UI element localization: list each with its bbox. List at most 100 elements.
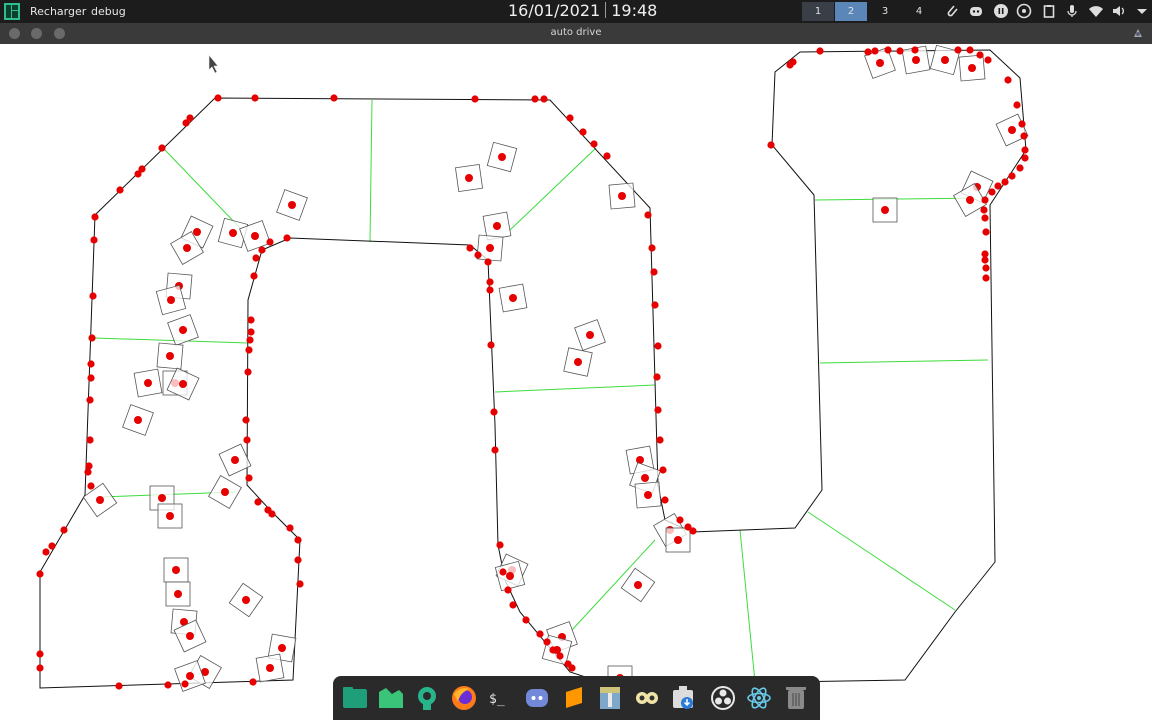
sensor-dot-94 bbox=[871, 47, 879, 55]
car-center-24 bbox=[278, 644, 286, 652]
sensor-dot-120 bbox=[982, 274, 990, 282]
car-center-47 bbox=[876, 59, 884, 67]
sensor-dot-108 bbox=[1016, 164, 1024, 172]
sensor-dot-92 bbox=[816, 47, 824, 55]
sensor-dot-63 bbox=[246, 336, 254, 344]
atom-icon[interactable] bbox=[745, 684, 773, 712]
car-center-51 bbox=[1008, 126, 1016, 134]
wifi-icon[interactable] bbox=[1088, 3, 1104, 19]
sublime-icon[interactable] bbox=[560, 684, 588, 712]
car-center-41 bbox=[634, 581, 642, 589]
terminal-icon[interactable]: $_ bbox=[486, 684, 514, 712]
sensor-dot-10 bbox=[603, 152, 611, 160]
sensor-dot-66 bbox=[250, 272, 258, 280]
sensor-dot-48 bbox=[164, 681, 172, 689]
sensor-dot-65 bbox=[247, 316, 255, 324]
car-center-9 bbox=[166, 352, 174, 360]
sensor-dot-69 bbox=[266, 238, 274, 246]
sensor-dot-106 bbox=[1021, 146, 1029, 154]
workspace-3[interactable]: 3 bbox=[869, 2, 901, 21]
cars-layer bbox=[82, 44, 1029, 692]
obs-icon[interactable] bbox=[709, 684, 737, 712]
discord-tray-icon[interactable] bbox=[968, 3, 984, 19]
trash-icon[interactable] bbox=[782, 684, 810, 712]
workspace-2[interactable]: 2 bbox=[835, 2, 867, 21]
sensor-dot-13 bbox=[650, 268, 658, 276]
workspace-4[interactable]: 4 bbox=[903, 2, 935, 21]
files-icon[interactable] bbox=[341, 684, 369, 712]
sensor-dot-118 bbox=[981, 256, 989, 264]
sensor-dot-60 bbox=[242, 416, 250, 424]
sensor-dot-44 bbox=[36, 570, 44, 578]
car-center-19 bbox=[172, 566, 180, 574]
sensor-dot-86 bbox=[549, 646, 557, 654]
sensor-dot-21 bbox=[676, 516, 684, 524]
sensor-dot-115 bbox=[981, 214, 989, 222]
sensor-dot-57 bbox=[254, 498, 262, 506]
firefox-icon[interactable] bbox=[450, 684, 478, 712]
menu-recharger[interactable]: Recharger bbox=[30, 5, 86, 18]
sensor-dot-30 bbox=[91, 213, 99, 221]
checkpoint-line-5 bbox=[509, 147, 597, 231]
car-center-4 bbox=[229, 229, 237, 237]
sensor-dot-103 bbox=[1013, 101, 1021, 109]
archive-icon[interactable] bbox=[596, 684, 624, 712]
sensor-dot-23 bbox=[689, 527, 697, 535]
sensor-dot-64 bbox=[247, 328, 255, 336]
workspace-1[interactable]: 1 bbox=[802, 2, 834, 21]
clipboard-icon[interactable] bbox=[1041, 3, 1057, 19]
checkpoint-line-6 bbox=[494, 384, 656, 393]
rss-icon[interactable] bbox=[633, 684, 661, 712]
sensor-dot-35 bbox=[87, 374, 95, 382]
manjaro-settings-icon[interactable] bbox=[413, 684, 441, 712]
car-center-40 bbox=[674, 536, 682, 544]
car-center-12 bbox=[179, 380, 187, 388]
pause-icon[interactable] bbox=[993, 3, 1009, 19]
sensor-dot-47 bbox=[115, 682, 123, 690]
checkpoint-line-10 bbox=[739, 529, 756, 683]
pin-icon[interactable] bbox=[1131, 26, 1145, 40]
obs-tray-icon[interactable] bbox=[1016, 3, 1032, 19]
sensor-dot-68 bbox=[258, 246, 266, 254]
simulation-canvas[interactable] bbox=[0, 44, 1152, 720]
discord-icon[interactable] bbox=[523, 684, 551, 712]
sensor-dot-98 bbox=[954, 46, 962, 54]
chevron-down-icon[interactable] bbox=[1134, 3, 1150, 19]
car-center-17 bbox=[158, 494, 166, 502]
sensor-dot-96 bbox=[896, 47, 904, 55]
sensor-dot-89 bbox=[568, 664, 576, 672]
sensor-dot-17 bbox=[654, 406, 662, 414]
sensor-dot-72 bbox=[474, 251, 482, 259]
car-center-49 bbox=[941, 56, 949, 64]
sensor-dot-107 bbox=[1021, 154, 1029, 162]
sensor-dot-16 bbox=[653, 373, 661, 381]
car-center-38 bbox=[644, 491, 652, 499]
sensor-dot-100 bbox=[976, 51, 984, 59]
car-center-15 bbox=[221, 488, 229, 496]
car-center-31 bbox=[486, 244, 494, 252]
menu-debug[interactable]: debug bbox=[91, 5, 126, 18]
car-center-35 bbox=[618, 192, 626, 200]
car-center-20 bbox=[174, 590, 182, 598]
attachment-icon[interactable] bbox=[944, 3, 960, 19]
sensor-dot-15 bbox=[654, 342, 662, 350]
sensor-dot-4 bbox=[471, 95, 479, 103]
sensor-dot-12 bbox=[648, 244, 656, 252]
sensor-dot-85 bbox=[543, 638, 551, 646]
sensor-dot-62 bbox=[245, 346, 253, 354]
car-center-53 bbox=[966, 196, 974, 204]
sensor-dot-111 bbox=[994, 182, 1002, 190]
sensor-dot-95 bbox=[884, 46, 892, 54]
folder-icon[interactable] bbox=[377, 684, 405, 712]
checkpoint-line-1 bbox=[164, 149, 241, 229]
sensor-dot-99 bbox=[966, 46, 974, 54]
sensor-dot-76 bbox=[487, 341, 495, 349]
sensor-dot-91 bbox=[786, 61, 794, 69]
sensor-dot-101 bbox=[984, 56, 992, 64]
volume-icon[interactable] bbox=[1111, 3, 1127, 19]
downloader-icon[interactable] bbox=[669, 684, 697, 712]
sensor-dot-40 bbox=[87, 482, 95, 490]
clock: 16/01/2021 19:48 bbox=[508, 1, 657, 20]
manjaro-logo-icon[interactable] bbox=[4, 3, 20, 20]
microphone-icon[interactable] bbox=[1064, 3, 1080, 19]
